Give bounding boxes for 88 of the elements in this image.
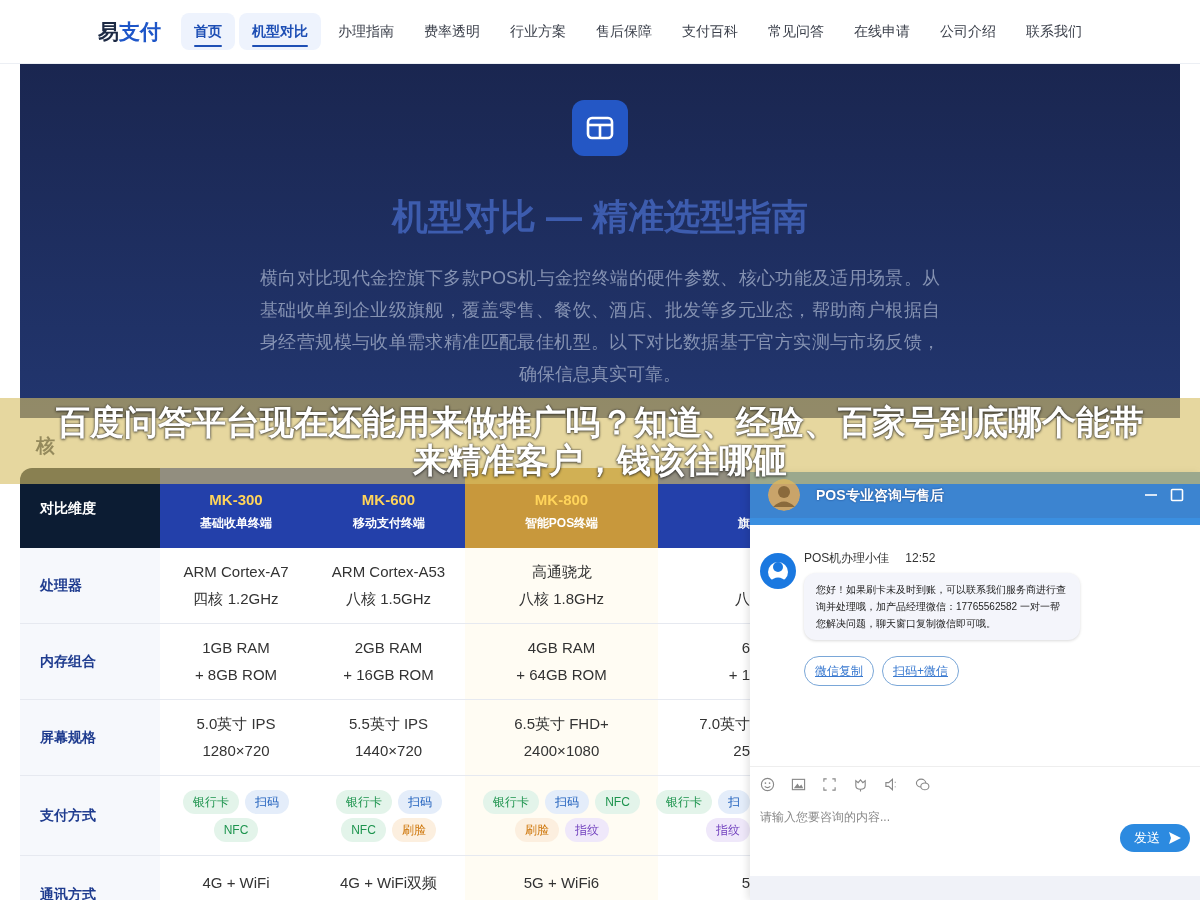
payment-tag: 银行卡 bbox=[483, 789, 540, 814]
cell-text: 4G + WiFi双频 bbox=[339, 873, 438, 893]
cell-text: 高通骁龙 bbox=[531, 562, 592, 582]
cell-text: + 1 bbox=[728, 664, 750, 685]
payment-tag: NFC bbox=[213, 817, 259, 842]
chat-title: POS专业咨询与售后 bbox=[816, 485, 945, 505]
cell-text: 25 bbox=[733, 740, 750, 761]
cell-text: 四核 1.2GHz bbox=[193, 588, 279, 609]
cell-text: 八核 1.5GHz bbox=[346, 588, 431, 609]
cell-text: 1440×720 bbox=[354, 740, 423, 761]
quick-reply-button[interactable]: 扫码+微信 bbox=[882, 656, 959, 686]
agent-avatar-icon bbox=[760, 553, 796, 589]
message-bubble: 您好！如果刷卡未及时到账，可以联系我们服务商进行查询并处理哦，加产品经理微信：17765562582 一对一帮您解决问题，聊天窗口复制微信即可哦。 bbox=[804, 573, 1080, 640]
model-subtitle: 旗 bbox=[738, 515, 750, 532]
cell-text: 6 bbox=[741, 638, 750, 658]
payment-tag: 扫 bbox=[718, 789, 750, 814]
maximize-icon[interactable] bbox=[1168, 486, 1186, 504]
cell-text: 2GB RAM bbox=[354, 638, 423, 658]
screenshot-icon[interactable] bbox=[822, 777, 837, 792]
nav-link[interactable]: 联系我们 bbox=[1013, 13, 1095, 50]
payment-tag: 指纹 bbox=[706, 817, 750, 842]
logo[interactable]: 易支付 bbox=[98, 15, 161, 48]
payment-tag: 扫码 bbox=[397, 789, 442, 814]
nav-link[interactable]: 公司介绍 bbox=[927, 13, 1009, 50]
cell-text: 1GB RAM bbox=[202, 638, 270, 658]
model-name: MK-300 bbox=[209, 492, 263, 508]
model-subtitle: 智能POS终端 bbox=[524, 515, 599, 532]
table-header-cell: 对比维度 bbox=[20, 468, 160, 548]
quick-reply-button[interactable]: 微信复制 bbox=[804, 656, 874, 686]
send-arrow-icon[interactable] bbox=[1168, 830, 1182, 845]
payment-tag: 银行卡 bbox=[335, 789, 392, 814]
cell-text: 八 bbox=[735, 588, 750, 609]
cell-text: 5G + WiFi6 bbox=[523, 873, 600, 893]
flower-icon[interactable] bbox=[853, 777, 868, 792]
chat-bubbles-icon[interactable] bbox=[915, 777, 930, 792]
send-button[interactable]: 发送 bbox=[1120, 824, 1190, 852]
model-subtitle: 移动支付终端 bbox=[352, 515, 425, 532]
hero-description: 横向对比现代金控旗下多款POS机与金控终端的硬件参数、核心功能及适用场景。从基础收单到企业级旗舰，覆盖零售、餐饮、酒店、批发等多元业态，帮助商户根据自身经营规模与收单需求精准匹配最佳机型。以下对比数据基于官方实测与市场反馈，确保信息真实可靠。 bbox=[260, 267, 940, 386]
cell-text: + 16GB ROM bbox=[343, 664, 434, 685]
nav-link[interactable]: 常见问答 bbox=[755, 13, 837, 50]
speaker-icon[interactable] bbox=[884, 777, 899, 792]
cell-text: 1280×720 bbox=[202, 740, 270, 761]
payment-tag: 指纹 bbox=[564, 817, 609, 842]
cell-text: 6.5英寸 FHD+ bbox=[514, 714, 609, 734]
cell-text: ARM Cortex-A53 bbox=[331, 562, 446, 582]
hero-title: 机型对比 — 精准选型指南 bbox=[392, 195, 808, 239]
cell-text: 4GB RAM bbox=[527, 638, 596, 658]
image-icon[interactable] bbox=[791, 777, 806, 792]
cell-text: + 64GB ROM bbox=[516, 664, 607, 685]
cell-text: ARM Cortex-A7 bbox=[183, 562, 289, 582]
nav-link[interactable]: 支付百科 bbox=[669, 13, 751, 50]
cell-text: + 8GB ROM bbox=[194, 664, 278, 685]
cell-text: 八核 1.8GHz bbox=[519, 588, 604, 609]
nav-link[interactable]: 售后保障 bbox=[583, 13, 665, 50]
model-subtitle: 基础收单终端 bbox=[200, 515, 272, 532]
message-time: 12:52 bbox=[905, 550, 936, 567]
payment-tag: 刷脸 bbox=[514, 817, 559, 842]
payment-tag: 扫码 bbox=[245, 789, 289, 814]
cell-text: 5.0英寸 IPS bbox=[196, 714, 276, 734]
nav-link[interactable]: 办理指南 bbox=[325, 13, 407, 50]
payment-tag: NFC bbox=[341, 817, 386, 842]
nav-link[interactable]: 在线申请 bbox=[841, 13, 923, 50]
message-input[interactable]: 请输入您要咨询的内容... bbox=[760, 808, 1100, 826]
model-name: MK-800 bbox=[534, 492, 589, 508]
nav-link[interactable]: 首页 bbox=[181, 13, 235, 50]
row-label: 支付方式 bbox=[20, 776, 160, 856]
cell-text: 5.5英寸 IPS bbox=[348, 714, 429, 734]
avatar-icon bbox=[768, 479, 800, 511]
payment-tag: 刷脸 bbox=[391, 817, 436, 842]
row-label: 处理器 bbox=[20, 548, 160, 624]
nav-link[interactable]: 行业方案 bbox=[497, 13, 579, 50]
nav-link[interactable]: 费率透明 bbox=[411, 13, 493, 50]
cell-text: 7.0英寸 bbox=[699, 714, 750, 734]
section-title: 核 bbox=[36, 435, 55, 458]
row-label: 屏幕规格 bbox=[20, 700, 160, 776]
model-name: MK-600 bbox=[361, 492, 416, 508]
sender-name: POS机办理小佳 bbox=[804, 550, 890, 567]
cell-text: 4G + WiFi bbox=[202, 873, 270, 893]
payment-tag: 银行卡 bbox=[183, 789, 239, 814]
row-label: 内存组合 bbox=[20, 624, 160, 700]
emoji-icon[interactable] bbox=[760, 777, 775, 792]
nav-link[interactable]: 机型对比 bbox=[239, 13, 321, 50]
payment-tag: 扫码 bbox=[545, 789, 590, 814]
cell-text: 2400×1080 bbox=[523, 740, 600, 761]
payment-tag: NFC bbox=[595, 789, 640, 814]
payment-tag: 银行卡 bbox=[656, 789, 712, 814]
cell-text: 5 bbox=[741, 873, 750, 893]
table-icon bbox=[572, 100, 628, 156]
